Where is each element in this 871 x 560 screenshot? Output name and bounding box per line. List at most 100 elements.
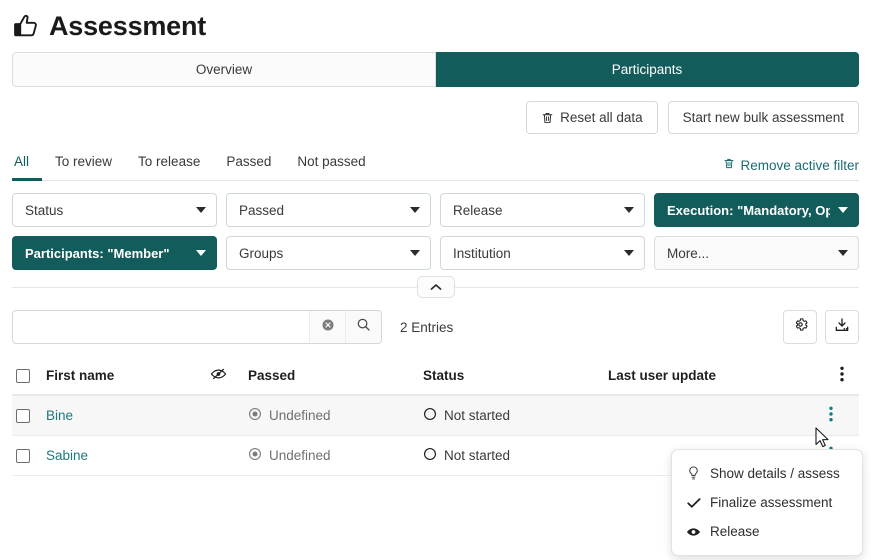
entries-count: 2 Entries — [400, 320, 453, 335]
column-header-first-name[interactable]: First name — [42, 360, 192, 395]
trash-icon — [541, 111, 554, 125]
menu-item-release-label: Release — [710, 524, 760, 539]
table-action-buttons — [783, 310, 859, 344]
row-status-label: Not started — [444, 408, 510, 423]
row-status-label: Not started — [444, 448, 510, 463]
row-passed-cell: Undefined — [244, 395, 419, 436]
tab-overview[interactable]: Overview — [12, 52, 436, 87]
tab-participants[interactable]: Participants — [436, 52, 859, 87]
row-menu-button[interactable] — [825, 395, 859, 436]
assessment-page: Assessment Overview Participants Reset a… — [0, 0, 871, 560]
kebab-menu-icon — [840, 370, 844, 385]
row-checkbox[interactable] — [16, 449, 30, 463]
chevron-down-icon — [624, 250, 634, 256]
start-bulk-assessment-button[interactable]: Start new bulk assessment — [668, 101, 859, 134]
filter-status-label: Status — [25, 203, 63, 218]
row-status-cell: Not started — [419, 436, 604, 476]
filter-grid: Status Passed Release Execution: "Mandat… — [12, 193, 859, 270]
filter-tab-passed[interactable]: Passed — [213, 152, 284, 181]
select-all-checkbox[interactable] — [16, 369, 30, 383]
filter-tab-not-passed[interactable]: Not passed — [284, 152, 378, 181]
chevron-down-icon — [410, 250, 420, 256]
filter-tab-all[interactable]: All — [12, 152, 42, 181]
collapse-filters-button[interactable] — [417, 276, 455, 298]
table-row[interactable]: Bine Undefined — [12, 395, 859, 436]
filter-execution-label: Execution: "Mandatory, Optio... — [667, 203, 830, 218]
filter-more[interactable]: More... — [654, 236, 859, 270]
kebab-menu-icon — [829, 410, 833, 425]
filter-tab-to-review[interactable]: To review — [42, 152, 125, 181]
menu-item-finalize-assessment-label: Finalize assessment — [710, 495, 832, 510]
filter-collapse-row — [12, 276, 859, 298]
remove-active-filter-button[interactable]: Remove active filter — [723, 157, 859, 180]
row-last-update-cell — [604, 395, 825, 436]
circle-empty-icon — [423, 447, 437, 464]
gear-icon — [793, 317, 808, 337]
remove-active-filter-label: Remove active filter — [740, 158, 859, 173]
radio-dot-icon — [248, 407, 262, 424]
search-box — [12, 310, 382, 344]
table-settings-button[interactable] — [783, 310, 817, 344]
participant-name-link[interactable]: Bine — [46, 408, 73, 423]
filter-status[interactable]: Status — [12, 193, 217, 227]
eye-icon — [686, 526, 701, 538]
filter-passed-label: Passed — [239, 203, 284, 218]
chevron-down-icon — [838, 250, 848, 256]
radio-dot-icon — [248, 447, 262, 464]
row-first-name-cell: Bine — [42, 395, 192, 436]
thumbs-up-icon — [12, 12, 40, 40]
clear-search-button[interactable] — [309, 311, 345, 343]
row-select-cell — [12, 395, 42, 436]
row-first-name-cell: Sabine — [42, 436, 192, 476]
circle-empty-icon — [423, 407, 437, 424]
table-header-menu-button[interactable] — [825, 360, 859, 395]
filter-institution[interactable]: Institution — [440, 236, 645, 270]
chevron-down-icon — [410, 207, 420, 213]
eye-slash-icon — [210, 369, 227, 384]
filter-tabs: All To review To release Passed Not pass… — [12, 152, 379, 180]
search-input[interactable] — [13, 311, 309, 343]
reset-all-data-button[interactable]: Reset all data — [526, 101, 658, 134]
row-hidden-cell — [192, 395, 244, 436]
page-header: Assessment — [12, 0, 859, 48]
search-icon — [356, 317, 371, 337]
filter-institution-label: Institution — [453, 246, 511, 261]
filter-more-label: More... — [667, 246, 709, 261]
download-icon — [834, 317, 850, 338]
table-toolbar: 2 Entries — [12, 310, 859, 344]
reset-all-data-label: Reset all data — [560, 110, 643, 125]
lightbulb-icon — [686, 466, 701, 481]
menu-item-finalize-assessment[interactable]: Finalize assessment — [672, 488, 862, 517]
filter-groups-label: Groups — [239, 246, 283, 261]
row-hidden-cell — [192, 436, 244, 476]
row-context-menu: Show details / assess Finalize assessmen… — [671, 449, 863, 556]
column-header-last-user-update[interactable]: Last user update — [604, 360, 825, 395]
filter-groups[interactable]: Groups — [226, 236, 431, 270]
row-status-cell: Not started — [419, 395, 604, 436]
menu-item-show-details[interactable]: Show details / assess — [672, 459, 862, 488]
table-header-row: First name Passed Status Last user updat… — [12, 360, 859, 395]
filter-release[interactable]: Release — [440, 193, 645, 227]
chevron-down-icon — [196, 250, 206, 256]
row-passed-label: Undefined — [269, 408, 331, 423]
search-submit-button[interactable] — [345, 311, 381, 343]
filter-tab-to-release[interactable]: To release — [125, 152, 213, 181]
filter-participants-label: Participants: "Member" — [25, 246, 170, 261]
row-passed-cell: Undefined — [244, 436, 419, 476]
check-icon — [686, 497, 701, 509]
column-header-status[interactable]: Status — [419, 360, 604, 395]
filter-participants[interactable]: Participants: "Member" — [12, 236, 217, 270]
column-header-hidden-toggle[interactable] — [192, 360, 244, 395]
menu-item-release[interactable]: Release — [672, 517, 862, 546]
row-checkbox[interactable] — [16, 409, 30, 423]
filter-passed[interactable]: Passed — [226, 193, 431, 227]
column-header-passed[interactable]: Passed — [244, 360, 419, 395]
select-all-header — [12, 360, 42, 395]
participant-name-link[interactable]: Sabine — [46, 448, 88, 463]
row-passed-label: Undefined — [269, 448, 331, 463]
main-tabs: Overview Participants — [12, 52, 859, 87]
filter-release-label: Release — [453, 203, 503, 218]
table-download-button[interactable] — [825, 310, 859, 344]
filter-execution[interactable]: Execution: "Mandatory, Optio... — [654, 193, 859, 227]
row-select-cell — [12, 436, 42, 476]
